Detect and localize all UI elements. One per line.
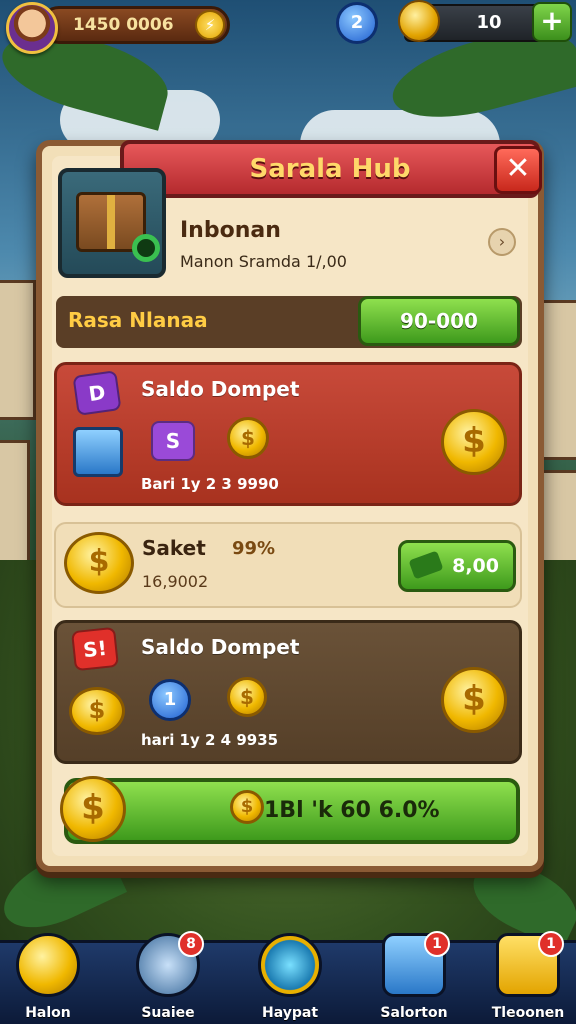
d-badge-icon: D <box>72 370 122 416</box>
saket-buy-button[interactable]: 8,00 <box>398 540 516 592</box>
chevron-right-icon[interactable]: › <box>488 228 516 256</box>
green-ring-icon <box>132 234 160 262</box>
lightning-icon[interactable]: ⚡ <box>195 10 225 40</box>
nav-label: Suaiee <box>141 1005 195 1021</box>
coin-stack-icon: $ <box>69 687 125 735</box>
card-subtitle: 16,9002 <box>142 572 209 591</box>
blue-box-icon <box>73 427 123 477</box>
large-coin-icon[interactable]: $ <box>441 667 507 733</box>
close-button[interactable]: ✕ <box>494 146 542 194</box>
coin-icon: $ <box>227 677 267 717</box>
nav-badge: 8 <box>178 931 204 957</box>
nav-item-suaiee[interactable]: 8 Suaiee <box>120 931 216 1024</box>
card-title: Saldo Dompet <box>141 635 300 659</box>
bottom-nav: Halon 8 Suaiee Haypat 1 Salorton 1 Tleoo… <box>0 931 576 1024</box>
chest-tile[interactable] <box>58 168 166 278</box>
nav-item-haypat[interactable]: Haypat <box>242 933 338 1024</box>
add-gold-button[interactable]: + <box>532 2 572 42</box>
saldo-dompet-card-2[interactable]: S! Saldo Dompet $ 1 $ hari 1y 2 4 9935 $ <box>54 620 522 764</box>
rasa-label: Rasa Nlanaa <box>68 308 208 332</box>
blue-orb-icon: 1 <box>149 679 191 721</box>
s-alert-badge-icon: S! <box>71 626 119 672</box>
coin-balance[interactable]: 1450 0006 ⚡ <box>40 6 230 44</box>
s-badge-icon: S <box>151 421 195 461</box>
top-bar: 1450 0006 ⚡ 2 10 + <box>0 0 576 54</box>
card-meta: Bari 1y 2 3 9990 <box>141 475 279 493</box>
nav-item-halon[interactable]: Halon <box>0 933 96 1024</box>
claim-button[interactable]: 1Bl 'k 60 6.0% <box>64 778 520 844</box>
info-subtitle: Manon Sramda 1/,00 <box>180 252 347 271</box>
nav-label: Halon <box>25 1005 71 1021</box>
claim-button-label: 1Bl 'k 60 6.0% <box>264 798 440 823</box>
coin-stack-icon: $ <box>64 532 134 594</box>
panel-title: Sarala Hub <box>120 140 540 198</box>
rasa-button[interactable]: 90-000 <box>358 296 520 346</box>
saldo-dompet-card[interactable]: D Saldo Dompet S $ Bari 1y 2 3 9990 $ <box>54 362 522 506</box>
gold-coin-icon <box>398 0 440 42</box>
saket-button-label: 8,00 <box>452 555 499 577</box>
saket-card[interactable]: $ Saket 99% 16,9002 8,00 <box>54 522 522 608</box>
nav-label: Salorton <box>380 1005 448 1021</box>
nav-badge: 1 <box>424 931 450 957</box>
card-meta: hari 1y 2 4 9935 <box>141 731 279 749</box>
house <box>540 300 576 460</box>
large-coin-icon: $ <box>60 776 126 842</box>
card-title: Saldo Dompet <box>141 377 300 401</box>
card-title: Saket <box>142 536 206 560</box>
blue-orb-icon[interactable]: 2 <box>336 2 378 44</box>
ticket-icon <box>408 550 444 580</box>
nav-badge: 1 <box>538 931 564 957</box>
coin-nav-icon <box>16 933 80 997</box>
nav-item-salorton[interactable]: 1 Salorton <box>366 931 462 1024</box>
nav-label: Tleoonen <box>491 1005 565 1021</box>
house <box>0 280 36 420</box>
coin-balance-value: 1450 0006 <box>73 15 174 35</box>
player-avatar[interactable] <box>6 2 58 54</box>
thumbs-up-nav-icon <box>258 933 322 997</box>
coin-icon: $ <box>227 417 269 459</box>
nav-label: Haypat <box>261 1005 319 1021</box>
card-percent: 99% <box>232 538 276 559</box>
large-coin-icon[interactable]: $ <box>441 409 507 475</box>
nav-item-tleoonen[interactable]: 1 Tleoonen <box>480 931 576 1024</box>
info-title: Inbonan <box>180 218 281 243</box>
coin-icon: $ <box>230 790 264 824</box>
gold-balance-value: 10 <box>476 12 502 33</box>
rasa-bar: Rasa Nlanaa 90-000 <box>56 296 522 348</box>
